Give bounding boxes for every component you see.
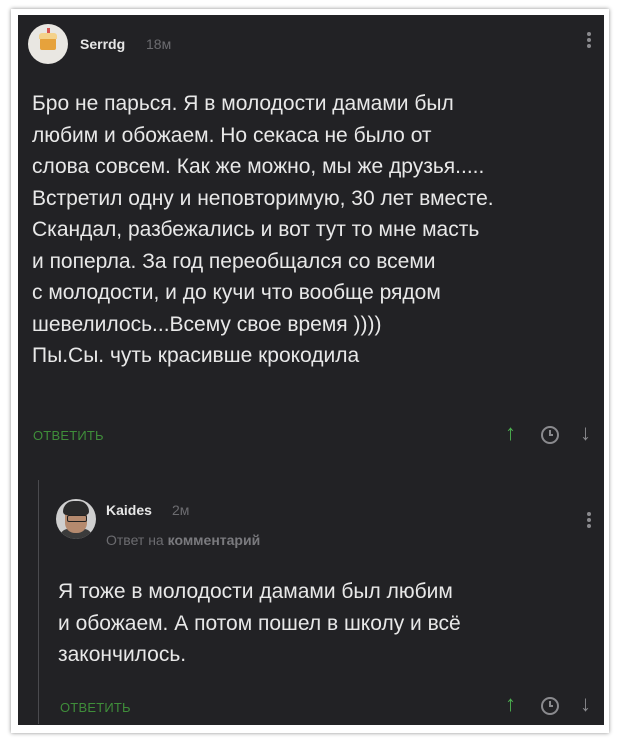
comment-line: с молодости, и до кучи что вообще рядом [32,281,441,304]
comment-line: любим и обожаем. Но секаса не было от [32,123,432,147]
reply-to-prefix: Ответ на [106,532,164,548]
comment-author[interactable]: Serrdg [80,36,125,52]
reply-time: 2м [172,502,190,518]
cake-icon [39,28,57,50]
reply-body: Я тоже в молодости дамами был любим и об… [58,576,461,671]
reply-line: Я тоже в молодости дамами был любим [58,580,453,603]
reply-line: и обожаем. А потом пошел в школу и всё [58,611,461,635]
comment-line: и поперла. За год переобщался со всеми [32,249,436,273]
thread-line[interactable] [38,480,39,724]
comment-time: 18м [146,36,172,52]
reply-to-link[interactable]: комментарий [168,532,261,548]
comment-menu-icon[interactable] [585,30,593,50]
reply-downvote-icon[interactable]: ↓ [580,691,591,717]
reply-save-clock-icon[interactable] [541,697,559,715]
comment-line: шевелилось...Всему свое время )))) [32,312,382,336]
comment-save-clock-icon[interactable] [541,426,559,444]
comment-line: Пы.Сы. чуть красивше крокодила [32,344,360,367]
comment-reply-button[interactable]: ОТВЕТИТЬ [33,428,104,443]
comment-line: Встретил одну и неповторимую, 30 лет вме… [32,186,494,210]
reply-reply-button[interactable]: ОТВЕТИТЬ [60,700,131,715]
comment-upvote-icon[interactable]: ↑ [505,420,516,446]
serrdg-avatar[interactable] [28,24,68,64]
reply-author[interactable]: Kaides [106,502,152,518]
kaides-avatar[interactable] [56,499,96,539]
comment-body: Бро не парься. Я в молодости дамами был … [32,88,494,372]
reply-menu-icon[interactable] [585,510,593,530]
comment-downvote-icon[interactable]: ↓ [580,420,591,446]
reply-to-line: Ответ на комментарий [106,532,260,548]
comment-line: слова совсем. Как же можно, мы же друзья… [32,155,485,178]
comment-line: Бро не парься. Я в молодости дамами был [32,92,454,115]
reply-line: закончилось. [58,643,187,666]
comment-line: Скандал, разбежались и вот тут то мне ма… [32,218,480,241]
reply-upvote-icon[interactable]: ↑ [505,691,516,717]
